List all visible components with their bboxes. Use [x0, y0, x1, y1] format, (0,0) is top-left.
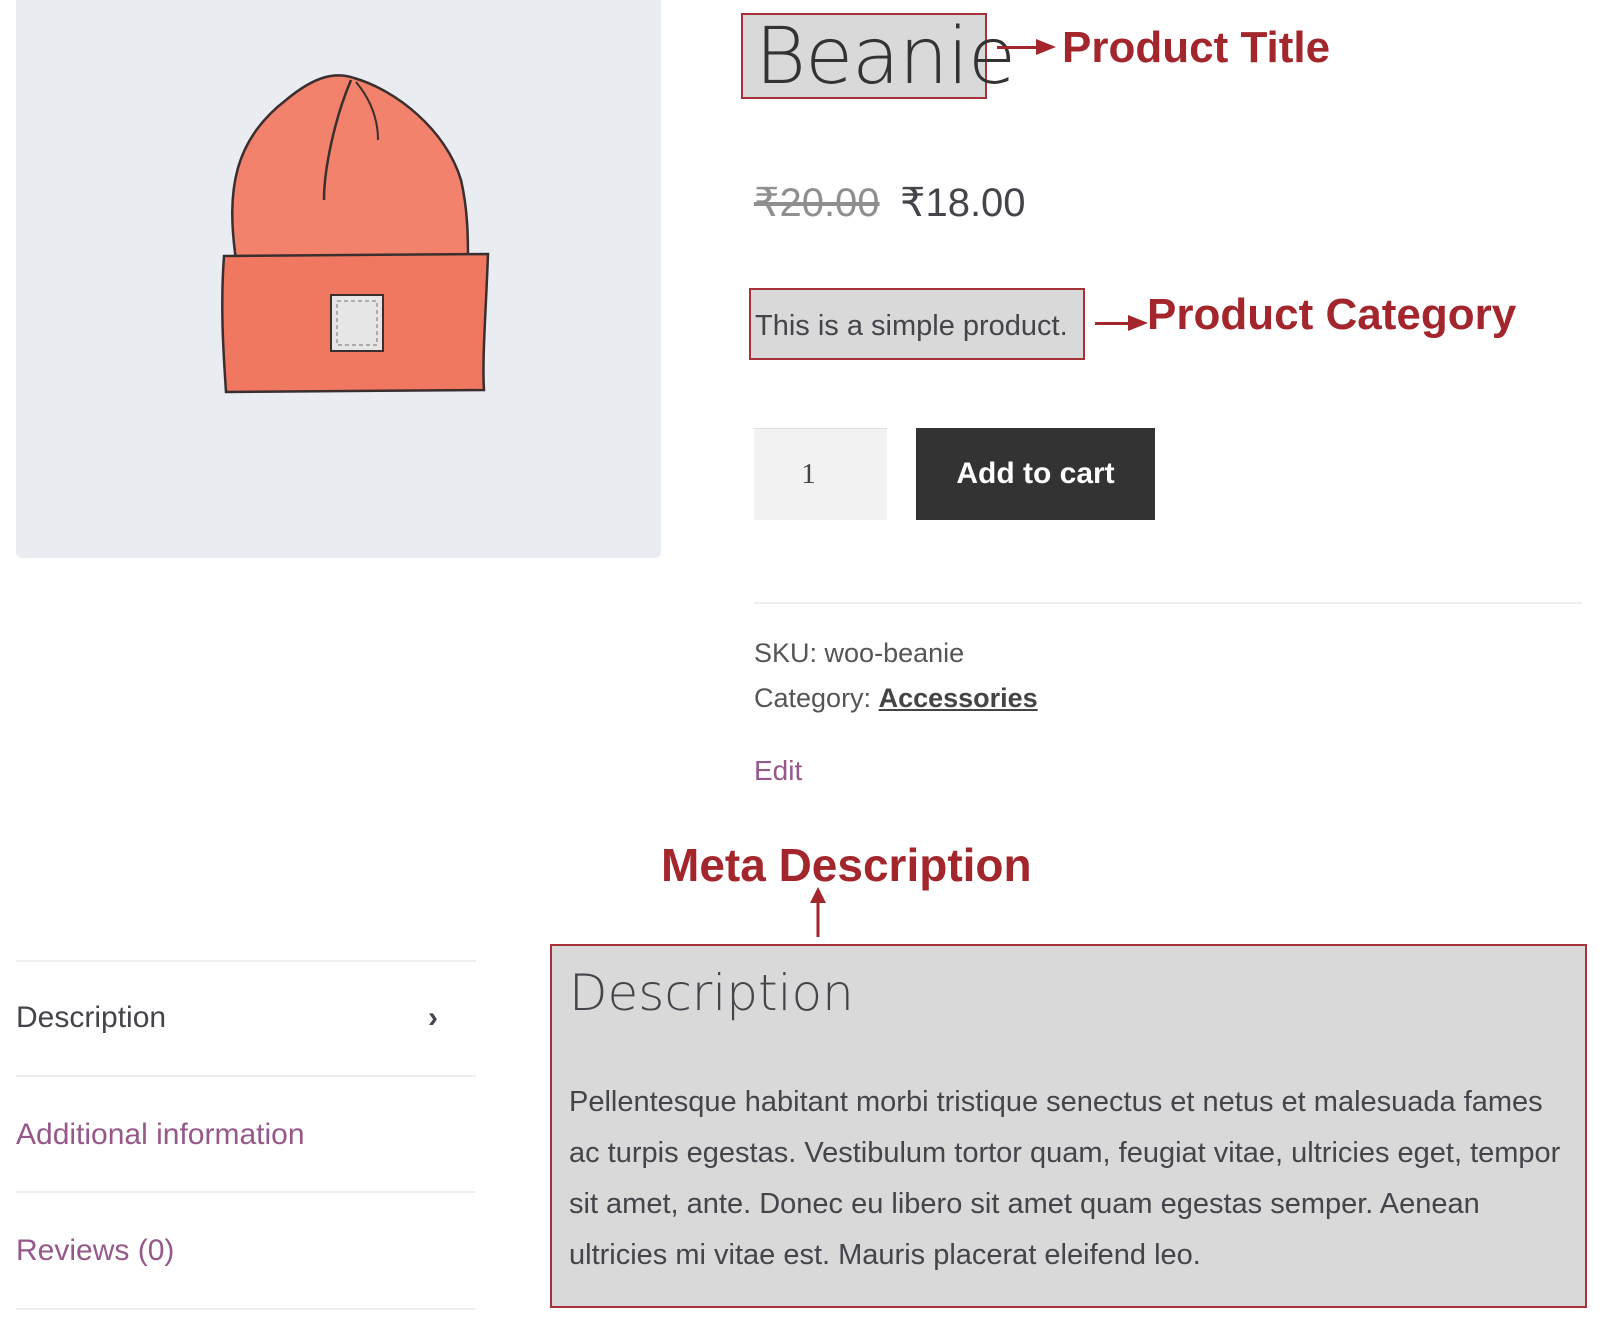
tab-reviews[interactable]: Reviews (0)	[16, 1234, 174, 1268]
arrow-up-icon	[810, 887, 826, 937]
description-heading: Description	[569, 964, 854, 1022]
divider	[754, 602, 1582, 604]
tab-additional-information[interactable]: Additional information	[16, 1118, 305, 1152]
tab-description[interactable]: Description	[16, 1001, 166, 1035]
annotation-product-title: Product Title	[1062, 23, 1331, 72]
product-image[interactable]	[16, 0, 661, 558]
category-line: Category: Accessories	[754, 683, 1038, 714]
sku-label: SKU:	[754, 638, 818, 668]
tab-divider	[16, 960, 476, 962]
quantity-input[interactable]	[754, 428, 887, 520]
tab-divider	[16, 1075, 476, 1077]
category-label: Category:	[754, 683, 872, 713]
short-description: This is a simple product.	[755, 310, 1068, 342]
price-sale: ₹18.00	[900, 181, 1026, 225]
edit-link[interactable]: Edit	[754, 755, 802, 787]
annotation-meta-description: Meta Description	[661, 839, 1032, 891]
arrow-line	[997, 46, 1037, 49]
price-regular: ₹20.00	[754, 181, 880, 225]
tab-divider	[16, 1191, 476, 1193]
category-link[interactable]: Accessories	[879, 683, 1038, 713]
description-body: Pellentesque habitant morbi tristique se…	[569, 1086, 1561, 1271]
annotation-product-category: Product Category	[1147, 290, 1517, 339]
tab-divider	[16, 1308, 476, 1310]
sku-line: SKU: woo-beanie	[754, 638, 964, 669]
add-to-cart-button[interactable]: Add to cart	[916, 428, 1155, 520]
arrow-right-icon	[1128, 315, 1148, 331]
sku-value: woo-beanie	[824, 638, 965, 668]
arrow-right-icon	[1036, 39, 1056, 55]
chevron-right-icon: ›	[428, 1001, 438, 1034]
beanie-illustration	[221, 74, 490, 394]
product-title: Beanie	[755, 12, 1016, 102]
